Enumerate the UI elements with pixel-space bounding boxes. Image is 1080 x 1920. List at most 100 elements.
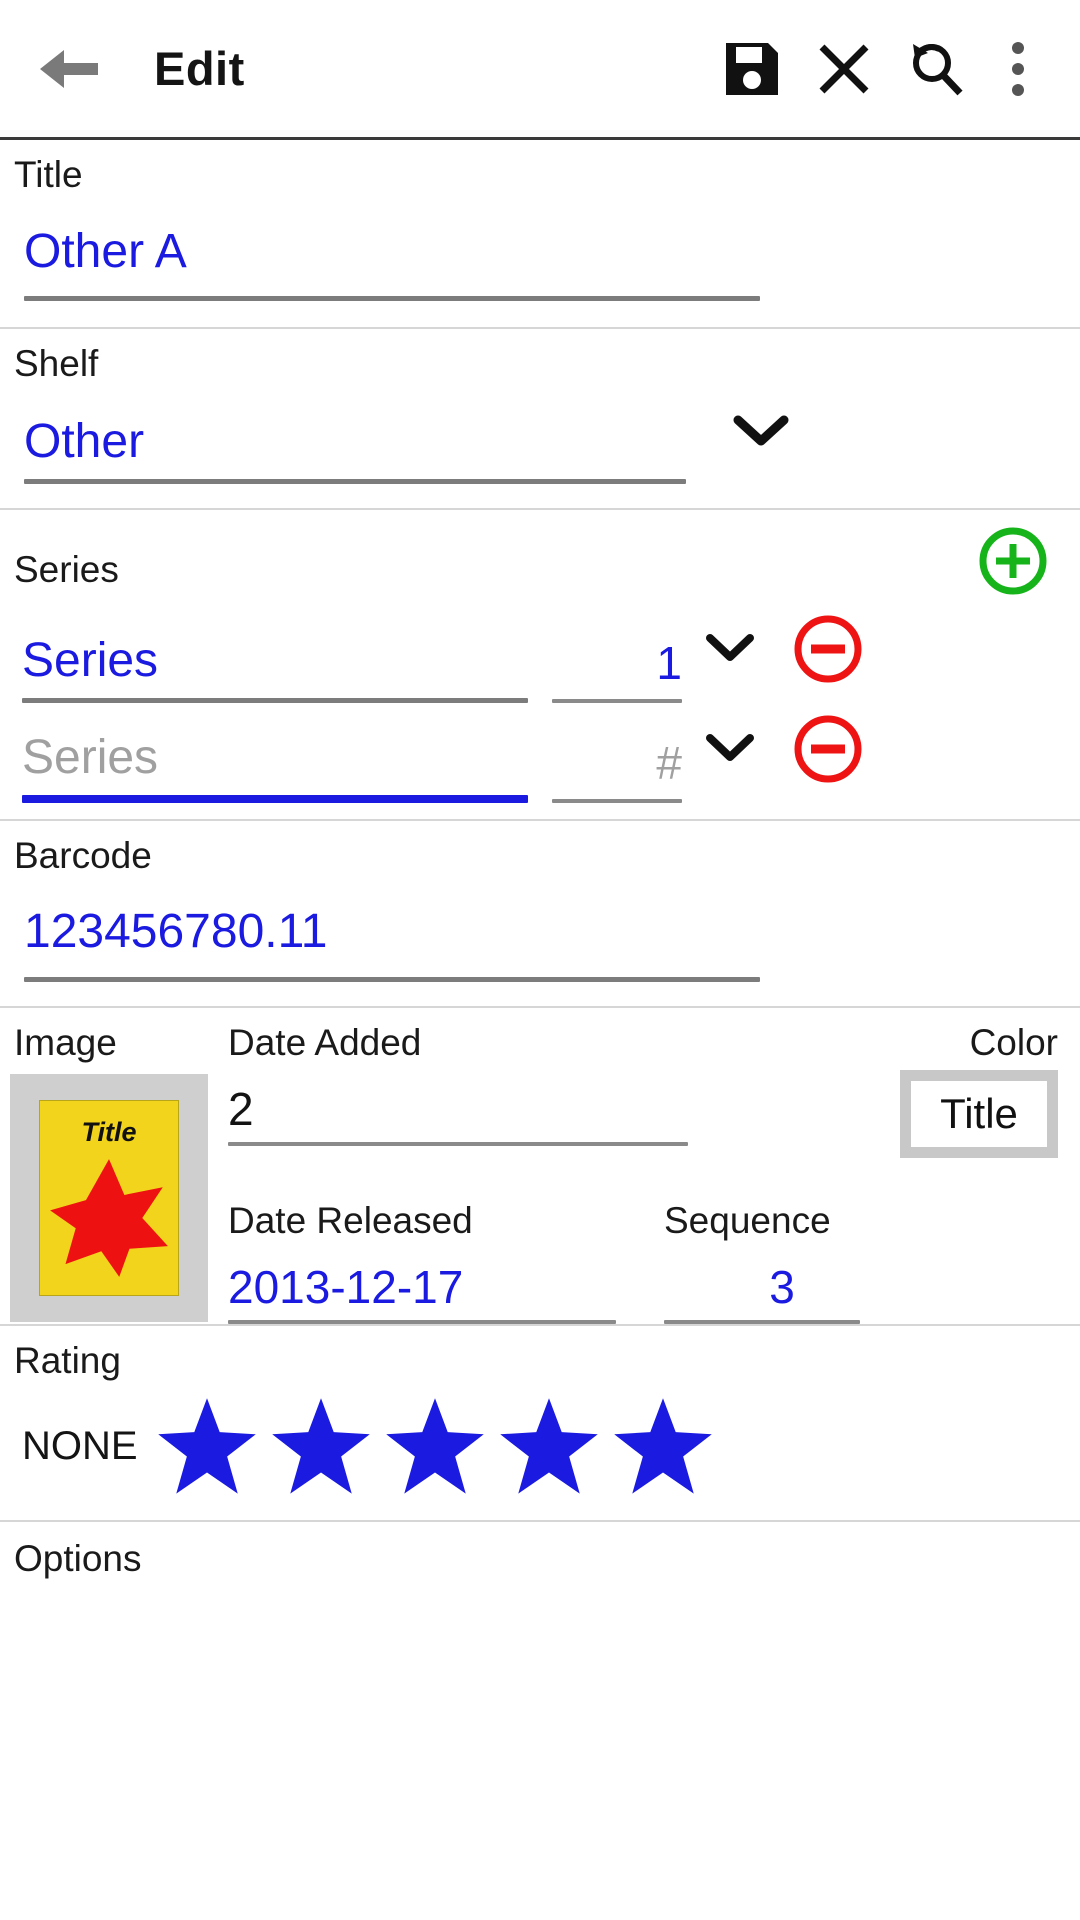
options-label: Options	[14, 1537, 142, 1579]
remove-series-button[interactable]	[778, 603, 878, 695]
star-icon	[386, 1398, 484, 1494]
barcode-input-wrap[interactable]: 123456780.11	[24, 877, 327, 977]
back-button[interactable]	[26, 26, 112, 112]
series-header: Series	[0, 510, 1080, 603]
series-dropdown-button[interactable]	[682, 705, 778, 791]
series-number-input-wrap[interactable]: 1	[552, 610, 682, 703]
save-button[interactable]	[706, 23, 798, 115]
cover-thumbnail[interactable]: Title	[10, 1073, 208, 1322]
field-shelf: Shelf Other	[0, 329, 1080, 510]
close-x-icon	[819, 44, 869, 93]
title-input[interactable]: Other A	[24, 197, 187, 289]
cover-card: Title	[39, 1099, 179, 1296]
date-released-underline	[228, 1319, 616, 1324]
edit-form: Title Other A Shelf Other Series Series …	[0, 140, 1080, 1580]
series-number-input[interactable]: 1	[552, 610, 682, 699]
star-icon	[158, 1398, 256, 1494]
field-barcode: Barcode 123456780.11	[0, 821, 1080, 1008]
minus-circle-icon	[794, 715, 862, 783]
page-title: Edit	[154, 42, 245, 95]
rating-stars	[150, 1392, 720, 1502]
title-input-row[interactable]: Other A	[0, 197, 1080, 297]
date-added-input[interactable]: 2	[228, 1064, 772, 1142]
cover-title-text: Title	[81, 1116, 137, 1147]
sequence-input[interactable]: 3	[664, 1242, 900, 1320]
series-row: Series #	[0, 703, 1080, 803]
field-title: Title Other A	[0, 140, 1080, 330]
field-series: Series Series 1 Series #	[0, 510, 1080, 821]
series-number-underline	[552, 798, 682, 803]
rating-star-1[interactable]	[150, 1392, 264, 1502]
shelf-value[interactable]: Other	[24, 387, 686, 479]
field-date-released: Date Released 2013-12-17	[212, 1186, 632, 1324]
rating-value-text: NONE	[22, 1424, 138, 1469]
rating-label: Rating	[14, 1339, 121, 1381]
chevron-down-icon	[706, 733, 754, 761]
shelf-row[interactable]: Other	[0, 386, 1080, 486]
rating-star-4[interactable]	[492, 1392, 606, 1502]
date-added-label: Date Added	[228, 1021, 422, 1063]
series-name-input[interactable]: Series	[22, 606, 528, 698]
rating-star-3[interactable]	[378, 1392, 492, 1502]
star-burst-icon	[50, 1158, 168, 1277]
series-name-input-wrap[interactable]: Series	[22, 606, 528, 703]
barcode-label: Barcode	[14, 834, 152, 876]
arrow-left-icon	[40, 49, 98, 88]
minus-circle-icon	[794, 615, 862, 683]
date-added-underline	[228, 1141, 688, 1146]
overflow-menu-button[interactable]	[982, 23, 1054, 115]
shelf-label: Shelf	[14, 343, 99, 385]
color-swatch-value: Title	[911, 1080, 1047, 1147]
field-sequence: Sequence 3	[664, 1186, 900, 1324]
title-label: Title	[14, 154, 83, 195]
date-added-color-row: Date Added 2 Color Title	[212, 1008, 1080, 1158]
field-color: Color Title	[772, 1008, 1080, 1158]
barcode-input-row[interactable]: 123456780.11	[0, 877, 1080, 977]
rating-star-2[interactable]	[264, 1392, 378, 1502]
rating-row: NONE	[0, 1382, 1080, 1520]
barcode-input[interactable]: 123456780.11	[24, 877, 327, 969]
series-number-input-wrap[interactable]: #	[552, 710, 682, 803]
color-label: Color	[969, 1021, 1058, 1063]
sequence-label: Sequence	[664, 1199, 831, 1241]
field-date-added: Date Added 2	[212, 1008, 772, 1146]
search-refresh-button[interactable]	[890, 23, 982, 115]
date-released-label: Date Released	[228, 1199, 473, 1241]
app-bar: Edit	[0, 0, 1080, 140]
media-right-column: Date Added 2 Color Title Date Released 2…	[212, 1008, 1080, 1324]
shelf-underline	[24, 478, 686, 484]
series-label: Series	[14, 548, 119, 590]
series-name-input[interactable]: Series	[22, 703, 528, 795]
date-released-input[interactable]: 2013-12-17	[228, 1242, 632, 1320]
overflow-menu-icon	[1012, 41, 1024, 96]
sequence-underline	[664, 1319, 860, 1324]
date-released-sequence-row: Date Released 2013-12-17 Sequence 3	[212, 1186, 1080, 1324]
color-swatch-button[interactable]: Title	[900, 1069, 1058, 1158]
star-icon	[500, 1398, 598, 1494]
title-input-wrap[interactable]: Other A	[24, 197, 187, 297]
cancel-button[interactable]	[798, 23, 890, 115]
star-icon	[272, 1398, 370, 1494]
image-label: Image	[14, 1021, 117, 1063]
shelf-dropdown-button[interactable]	[706, 386, 816, 476]
series-dropdown-button[interactable]	[682, 605, 778, 691]
star-icon	[614, 1398, 712, 1494]
series-name-underline	[22, 794, 528, 803]
field-rating: Rating NONE	[0, 1326, 1080, 1522]
series-row: Series 1	[0, 603, 1080, 703]
add-series-button[interactable]	[976, 524, 1050, 603]
series-name-input-wrap[interactable]: Series	[22, 703, 528, 803]
image-column: Image Title	[0, 1008, 212, 1324]
remove-series-button[interactable]	[778, 703, 878, 795]
field-options[interactable]: Options	[0, 1522, 1080, 1580]
media-section: Image Title Date Added 2 Color Title Dat…	[0, 1008, 1080, 1326]
save-floppy-icon	[726, 42, 778, 95]
plus-circle-icon	[979, 527, 1047, 595]
shelf-select[interactable]: Other	[24, 387, 686, 484]
series-name-underline	[22, 697, 528, 703]
chevron-down-icon	[733, 415, 789, 446]
series-number-input[interactable]: #	[552, 710, 682, 799]
series-number-underline	[552, 698, 682, 703]
chevron-down-icon	[706, 633, 754, 661]
rating-star-5[interactable]	[606, 1392, 720, 1502]
